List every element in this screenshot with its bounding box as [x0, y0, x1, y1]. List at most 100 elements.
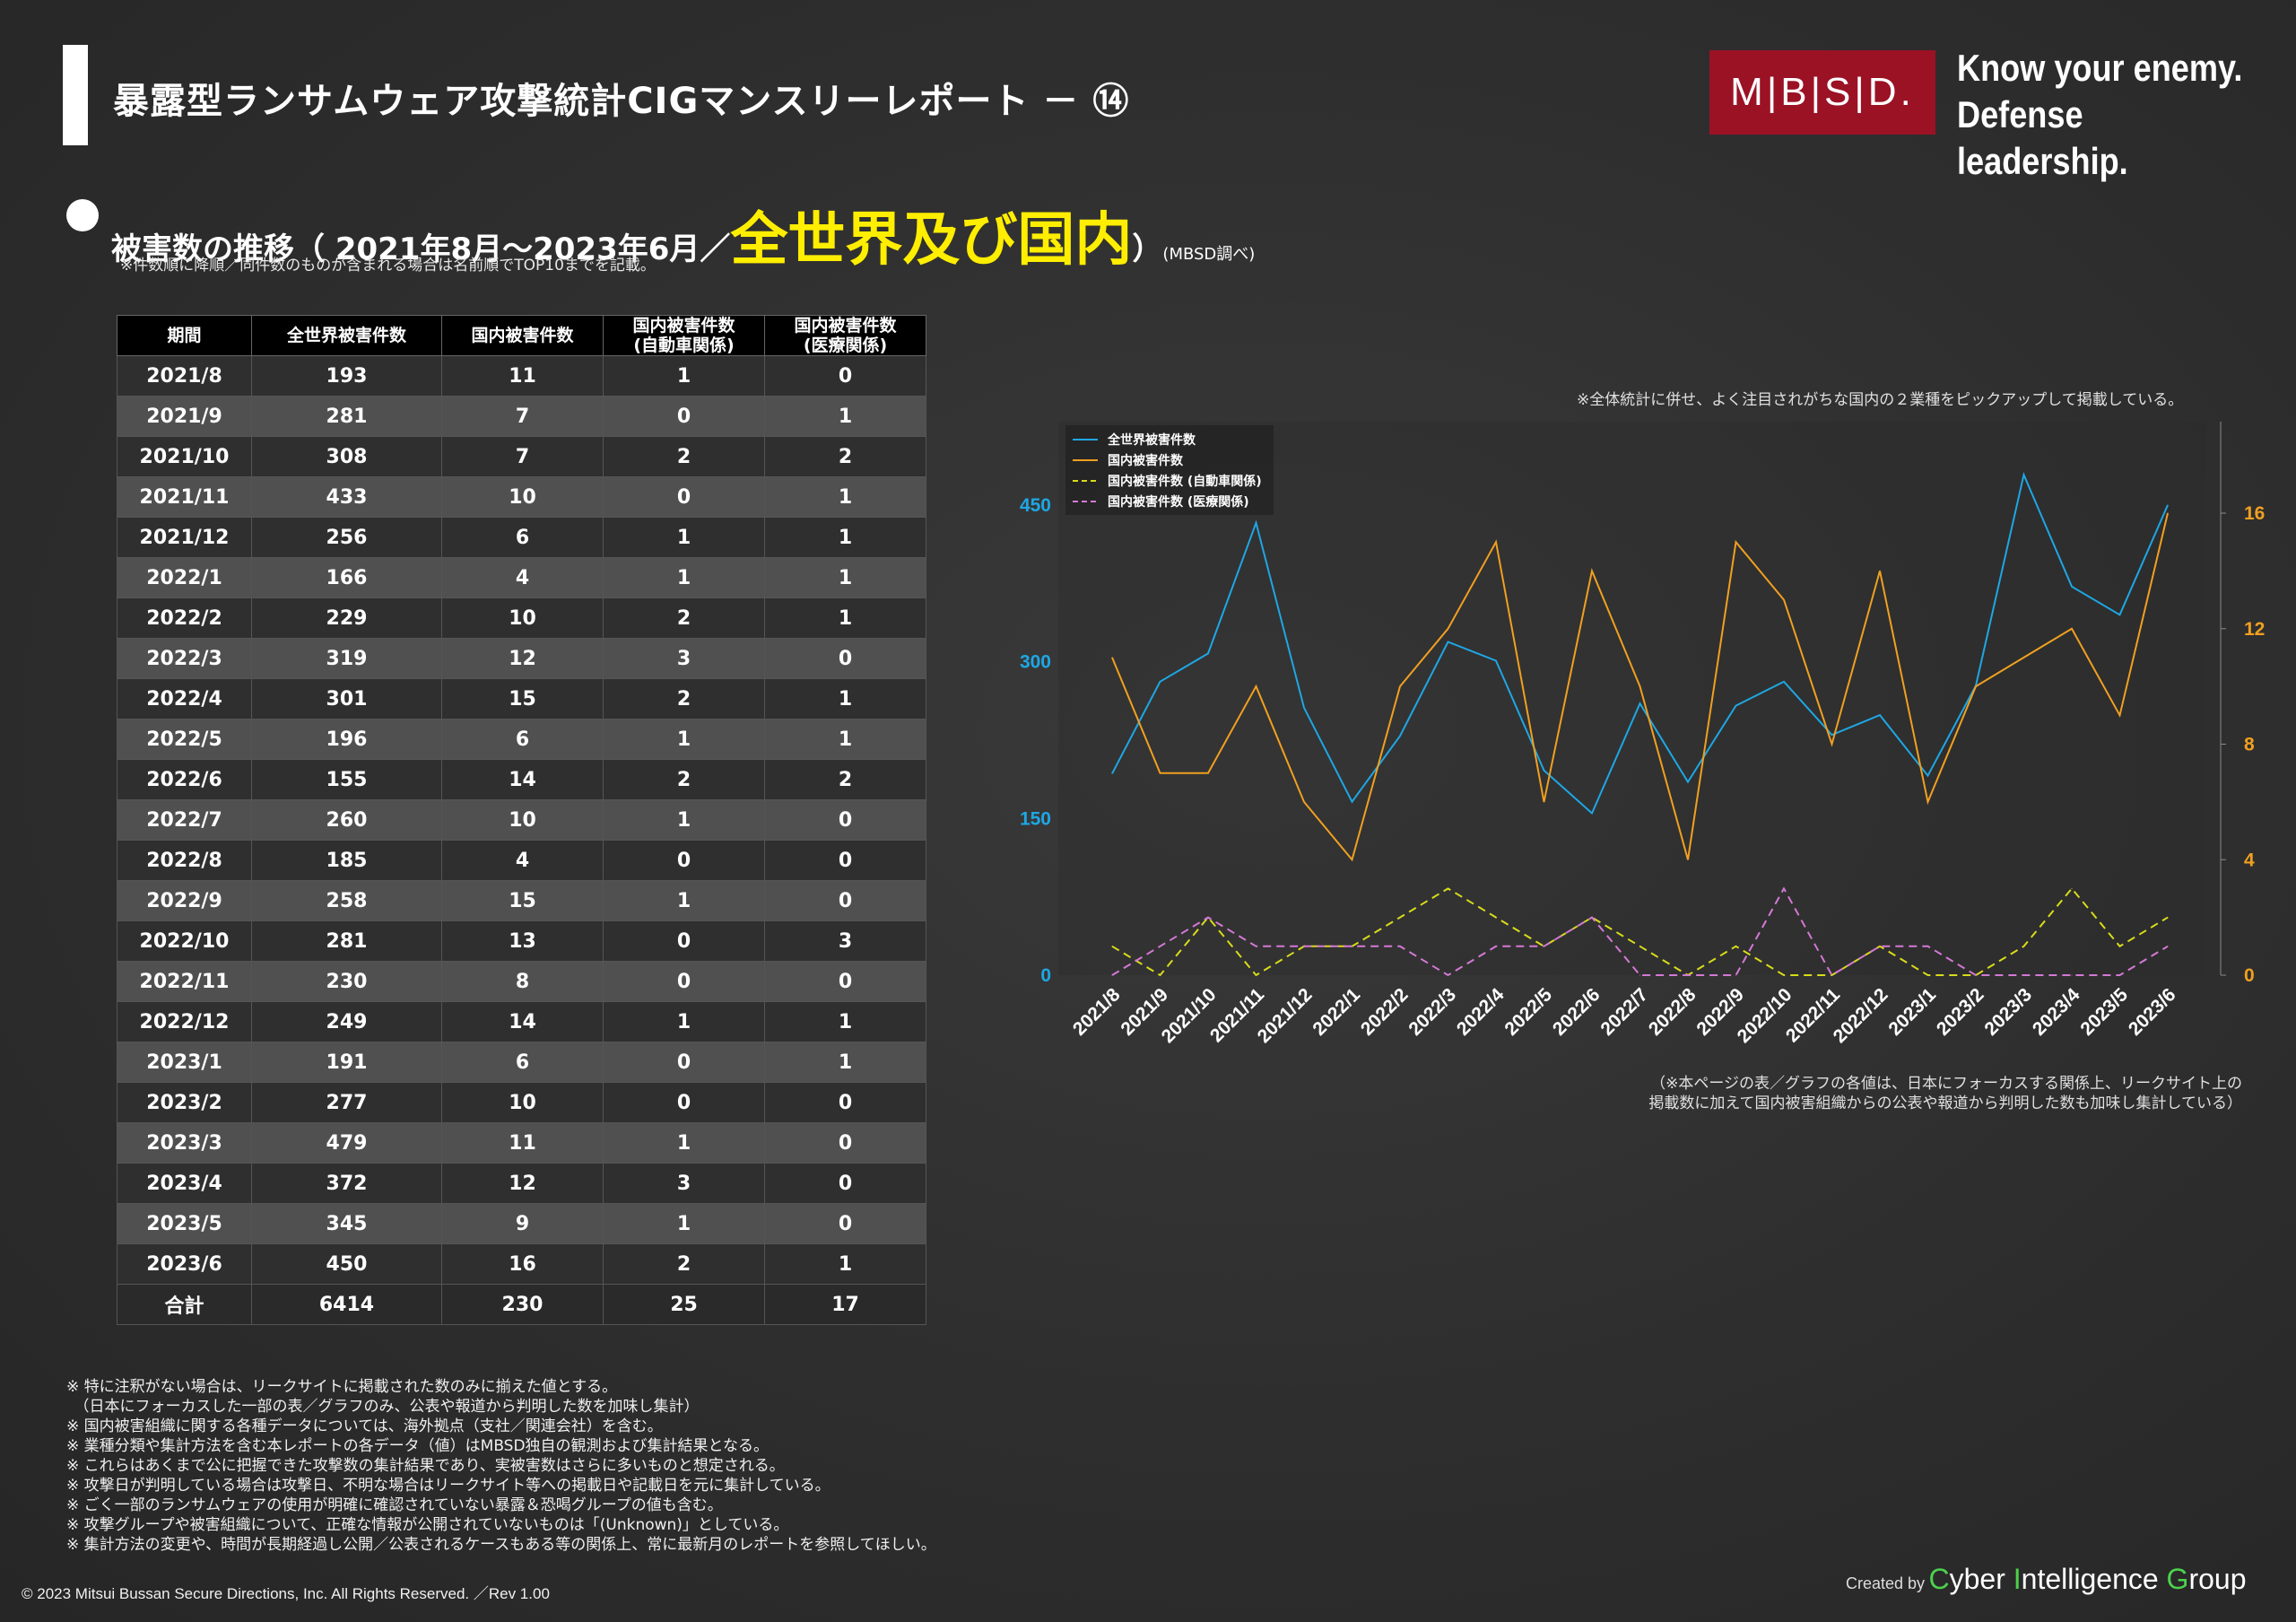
chart-note-bottom: （※本ページの表／グラフの各値は、日本にフォーカスする関係上、リークサイト上の … [1587, 1074, 2242, 1113]
cell-global: 301 [251, 678, 442, 719]
cell-period: 2023/1 [117, 1042, 252, 1083]
data-point [1975, 685, 1977, 687]
cell-domestic: 7 [441, 436, 604, 477]
cell-domestic-auto: 2 [603, 759, 765, 800]
copyright: © 2023 Mitsui Bussan Secure Directions, … [22, 1585, 550, 1602]
table-row: 2022/9 258 15 1 0 [117, 880, 926, 921]
tagline: Know your enemy. Defense leadership. [1957, 45, 2248, 185]
cell-period: 2022/4 [117, 678, 252, 719]
cell-domestic: 4 [441, 840, 604, 881]
cig-g: G [2166, 1563, 2189, 1595]
cell-domestic: 11 [441, 1122, 604, 1164]
data-point [1111, 974, 1113, 976]
chart-note-bottom-line-1: （※本ページの表／グラフの各値は、日本にフォーカスする関係上、リークサイト上の [1650, 1075, 2242, 1093]
cell-domestic-medical: 1 [764, 1001, 926, 1042]
x-tick-label: 2023/1 [1884, 984, 1940, 1040]
data-point [1735, 705, 1736, 707]
cell-domestic-medical: 2 [764, 759, 926, 800]
cell-global: 281 [251, 920, 442, 962]
cell-domestic-medical: 0 [764, 961, 926, 1002]
cell-domestic-auto: 2 [603, 1243, 765, 1285]
table-row: 2023/3 479 11 1 0 [117, 1122, 926, 1164]
table-row: 2022/1 166 4 1 1 [117, 557, 926, 598]
cell-domestic-medical: 0 [764, 1122, 926, 1164]
legend-label: 国内被害件数 [1108, 453, 1184, 468]
section-title-source: (MBSD調べ) [1162, 245, 1256, 264]
data-point [1399, 685, 1401, 687]
cell-domestic: 7 [441, 396, 604, 437]
y-left-tick-label: 450 [1020, 495, 1051, 516]
data-point [2167, 512, 2169, 514]
cell-global: 193 [251, 355, 442, 397]
cell-domestic: 4 [441, 557, 604, 598]
title-accent-bar [63, 45, 88, 145]
y-left-tick-label: 0 [1040, 965, 1051, 986]
data-point [1160, 974, 1161, 976]
cell-global: 166 [251, 557, 442, 598]
cell-domestic-auto: 1 [603, 1203, 765, 1244]
mbsd-logo: M|B|S|D. [1709, 50, 1935, 135]
y-left-tick-label: 300 [1020, 652, 1051, 673]
data-point [1303, 707, 1305, 709]
cell-global: 249 [251, 1001, 442, 1042]
cell-domestic: 10 [441, 597, 604, 639]
x-tick-label: 2022/3 [1405, 984, 1460, 1040]
cell-global: 229 [251, 597, 442, 639]
data-point [2119, 714, 2120, 716]
cell-domestic-auto: 1 [603, 799, 765, 841]
cell-global: 191 [251, 1042, 442, 1083]
table-row: 2021/8 193 11 1 0 [117, 355, 926, 397]
cell-domestic: 10 [441, 1082, 604, 1123]
x-tick-label: 2022/4 [1453, 984, 1509, 1040]
cell-global: 155 [251, 759, 442, 800]
cell-domestic-auto: 1 [603, 517, 765, 558]
footnote-line: ※ 業種分類や集計方法を含む本レポートの各データ（値）はMBSD独自の観測および… [66, 1437, 770, 1455]
header-period: 期間 [117, 315, 252, 356]
section-title-highlight: 全世界及び国内 [730, 207, 1133, 274]
table-total-row: 合計 6414 230 25 17 [117, 1284, 926, 1325]
legend-label: 全世界被害件数 [1107, 432, 1196, 448]
cell-domestic: 12 [441, 1163, 604, 1204]
cell-domestic-auto: 2 [603, 436, 765, 477]
damage-trend-chart: 015030045004812162021/82021/92021/102021… [1020, 422, 2265, 1047]
cell-domestic-auto: 1 [603, 557, 765, 598]
footnote-line: ※ これらはあくまで公に把握できた攻撃数の集計結果であり、実被害数はさらに多いも… [66, 1457, 785, 1475]
data-point [1207, 772, 1209, 774]
data-point [1591, 813, 1593, 815]
data-point [1256, 685, 1257, 687]
cell-global: 433 [251, 476, 442, 518]
tagline-line-1: Know your enemy. [1957, 47, 2243, 89]
cell-period: 2021/12 [117, 517, 252, 558]
cell-domestic-medical: 3 [764, 920, 926, 962]
cig-yber: yber [1949, 1563, 2013, 1595]
table-row: 2023/2 277 10 0 0 [117, 1082, 926, 1123]
cell-domestic-auto: 2 [603, 597, 765, 639]
damage-count-table: 期間 全世界被害件数 国内被害件数 国内被害件数 (自動車関係) 国内被害件数 … [117, 315, 926, 1325]
cell-domestic: 14 [441, 759, 604, 800]
cell-global: 450 [251, 1243, 442, 1285]
data-point [1207, 652, 1209, 654]
cell-domestic-auto: 3 [603, 638, 765, 679]
cell-period: 2023/5 [117, 1203, 252, 1244]
section-title-post: ） [1132, 231, 1163, 267]
cell-period: 2022/1 [117, 557, 252, 598]
cell-domestic-medical: 0 [764, 1082, 926, 1123]
data-point [2071, 586, 2073, 588]
footnote-line: ※ 攻撃グループや被害組織について、正確な情報が公開されていないものは「(Unk… [66, 1516, 789, 1534]
cell-domestic-medical: 1 [764, 719, 926, 760]
x-tick-label: 2022/8 [1645, 984, 1700, 1040]
data-point [1687, 974, 1689, 976]
data-point [1639, 974, 1640, 976]
data-point [1783, 887, 1785, 889]
data-point [2071, 887, 2073, 889]
x-tick-label: 2023/5 [2076, 984, 2132, 1040]
data-point [2023, 657, 2024, 658]
header-domestic-auto: 国内被害件数 (自動車関係) [603, 315, 765, 356]
footnote-line: ※ 特に注釈がない場合は、リークサイトに掲載された数のみに揃えた値とする。 [66, 1378, 618, 1396]
cell-domestic: 8 [441, 961, 604, 1002]
cell-domestic-medical: 0 [764, 1163, 926, 1204]
data-point [2167, 504, 2169, 506]
cell-domestic-medical: 0 [764, 880, 926, 921]
created-by-label: Created by [1846, 1574, 1926, 1592]
cell-domestic: 15 [441, 678, 604, 719]
